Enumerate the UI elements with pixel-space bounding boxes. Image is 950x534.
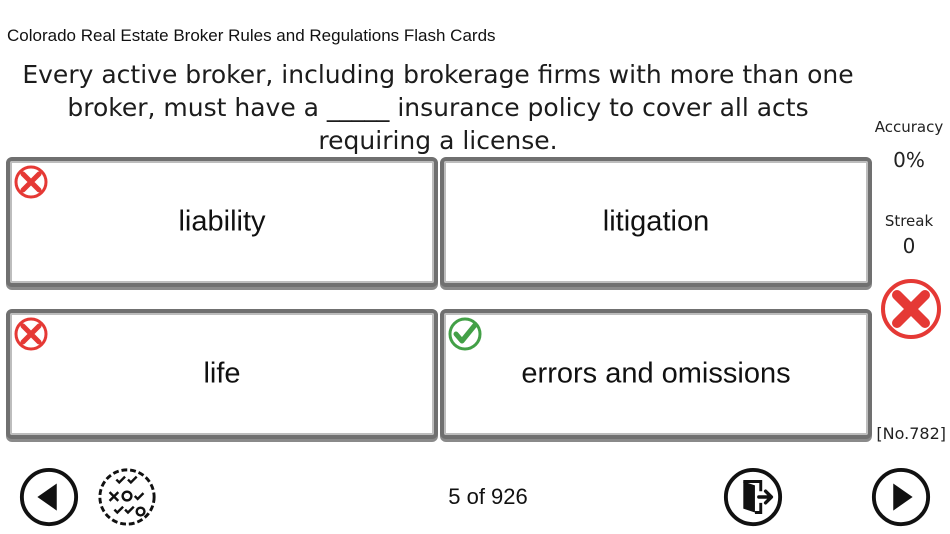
streak-stat: Streak 0 — [868, 212, 950, 258]
answer-card-2[interactable]: litigation — [440, 157, 872, 287]
card-counter: 5 of 926 — [448, 484, 528, 509]
answer-card-4[interactable]: errors and omissions — [440, 309, 872, 439]
answer-label: liability — [178, 205, 266, 238]
next-icon[interactable] — [870, 466, 932, 528]
accuracy-stat: Accuracy 0% — [868, 118, 950, 172]
previous-icon[interactable] — [18, 466, 80, 528]
question-text: Every active broker, including brokerage… — [22, 60, 854, 155]
answer-card-1[interactable]: liability — [6, 157, 438, 287]
card-number: [No.782] — [876, 424, 946, 443]
exit-icon[interactable] — [722, 466, 784, 528]
check-correct-icon — [448, 317, 482, 351]
answer-label: litigation — [602, 205, 710, 238]
x-wrong-icon — [14, 317, 48, 351]
answer-card-3[interactable]: life — [6, 309, 438, 439]
app-title: Colorado Real Estate Broker Rules and Re… — [7, 26, 496, 45]
big-x-wrong-icon — [881, 279, 941, 339]
answer-label: life — [203, 357, 241, 390]
streak-value: 0 — [902, 234, 916, 258]
accuracy-value: 0% — [893, 148, 925, 172]
quiz-mode-icon[interactable] — [96, 466, 158, 528]
streak-label: Streak — [884, 212, 934, 230]
x-wrong-icon — [14, 165, 48, 199]
accuracy-label: Accuracy — [874, 118, 944, 136]
answer-label: errors and omissions — [521, 357, 791, 390]
